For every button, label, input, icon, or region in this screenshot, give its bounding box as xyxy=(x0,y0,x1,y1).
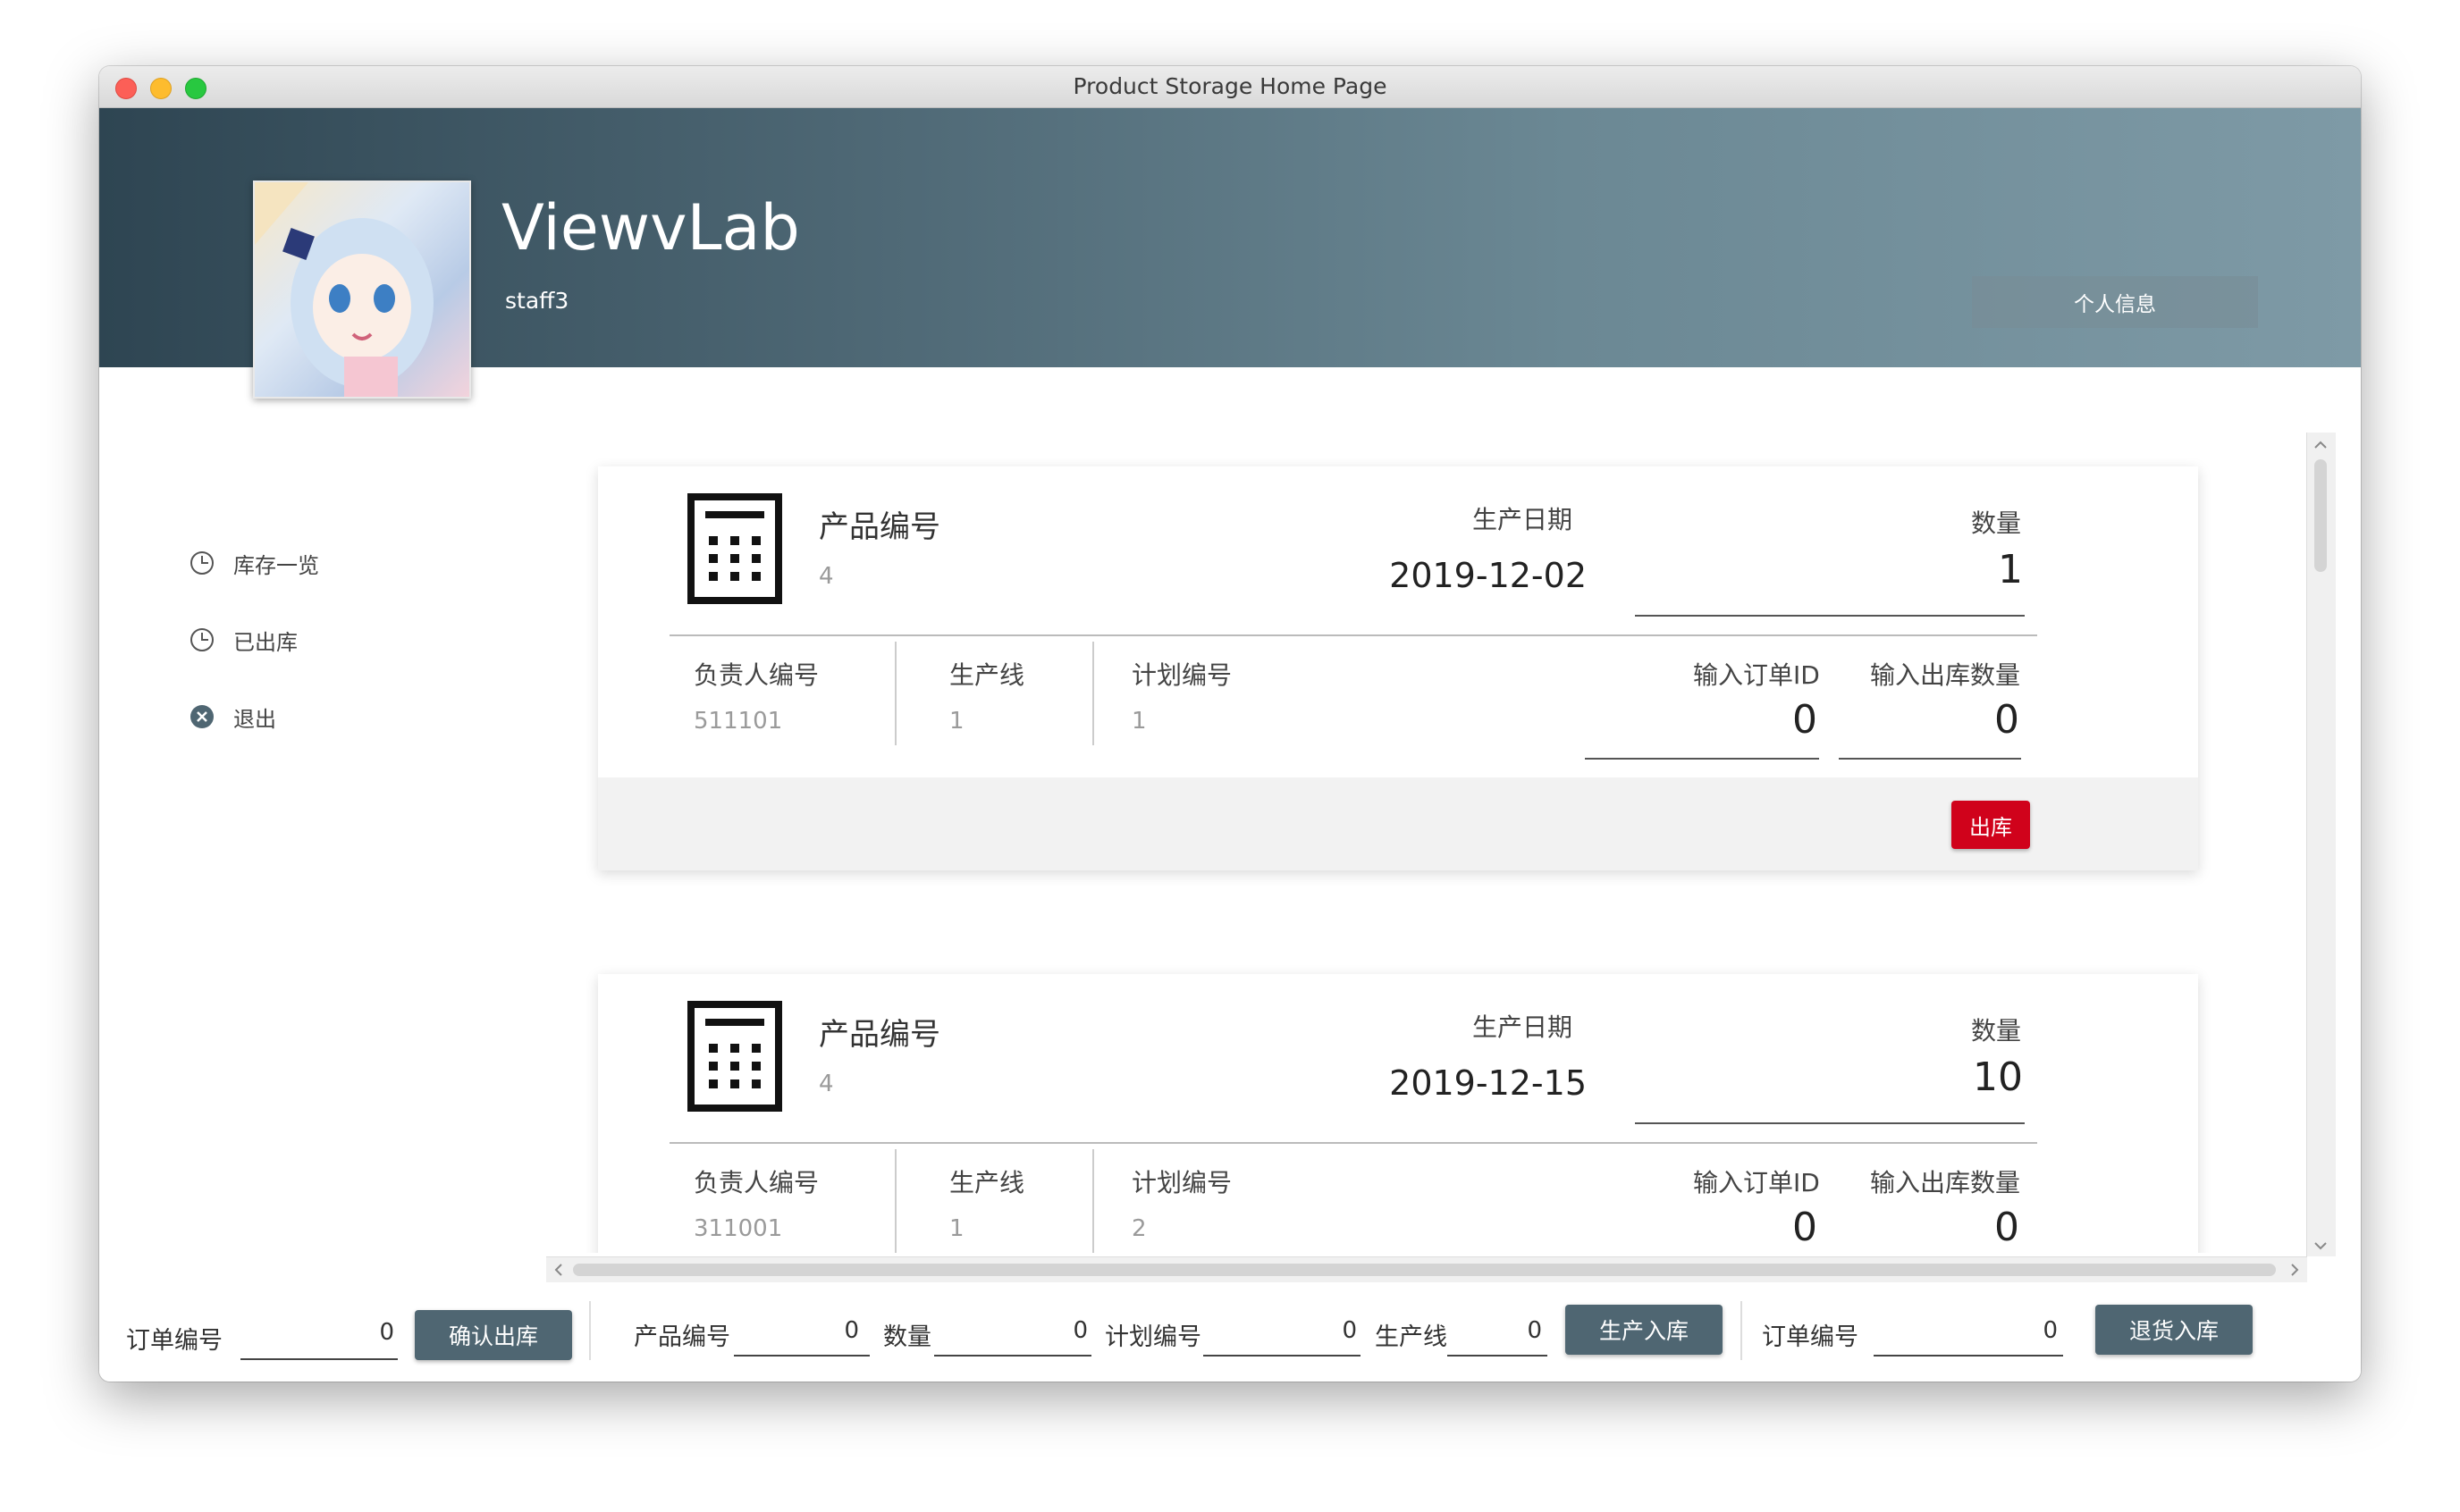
production-date-value: 2019-12-15 xyxy=(1389,1063,1587,1103)
scroll-down-icon[interactable] xyxy=(2307,1237,2334,1255)
out-qty-underline xyxy=(1839,758,2021,760)
quantity-value: 10 xyxy=(1973,1054,2023,1100)
out-qty-input[interactable]: 0 xyxy=(1839,697,2019,743)
production-line-label: 生产线 xyxy=(949,1168,1025,1197)
plan-no-value: 2 xyxy=(1132,1215,1147,1242)
profile-info-button[interactable]: 个人信息 xyxy=(1972,276,2258,328)
sidebar-item-label: 退出 xyxy=(233,706,276,732)
app-name: ViewvLab xyxy=(501,191,800,265)
clock-icon xyxy=(190,551,214,575)
confirm-order-underline xyxy=(240,1358,398,1360)
user-id: staff3 xyxy=(505,288,569,314)
produce-product-label: 产品编号 xyxy=(634,1323,730,1351)
bottom-separator xyxy=(589,1301,591,1360)
plan-no-value: 1 xyxy=(1132,708,1147,735)
vertical-scrollbar[interactable] xyxy=(2306,433,2336,1256)
quantity-underline xyxy=(1635,615,2025,617)
production-line-label: 生产线 xyxy=(949,660,1025,690)
clock-icon xyxy=(190,628,214,651)
horizontal-scrollbar[interactable] xyxy=(546,1256,2307,1282)
scroll-left-icon[interactable] xyxy=(550,1257,568,1282)
window-title: Product Storage Home Page xyxy=(1073,73,1387,99)
production-date-label: 生产日期 xyxy=(1472,505,1573,534)
quantity-value: 1 xyxy=(1998,547,2023,592)
order-id-underline xyxy=(1585,758,1819,760)
order-id-label: 输入订单ID xyxy=(1693,660,1820,690)
horizontal-scroll-thumb[interactable] xyxy=(573,1264,2276,1276)
column-divider xyxy=(1092,642,1094,745)
produce-plan-underline xyxy=(1203,1355,1361,1357)
produce-product-underline xyxy=(734,1355,870,1357)
product-no-value: 4 xyxy=(819,1071,834,1097)
manager-no-value: 511101 xyxy=(694,708,783,735)
product-no-value: 4 xyxy=(819,563,834,590)
bottom-action-bar: 订单编号 0 确认出库 产品编号 0 数量 0 计划编号 0 生产线 0 生产入… xyxy=(99,1283,2361,1382)
produce-line-underline xyxy=(1447,1355,1547,1357)
sidebar-item-shipped[interactable]: 已出库 xyxy=(189,621,319,659)
quantity-label: 数量 xyxy=(1971,1016,2022,1046)
close-circle-icon xyxy=(190,705,214,728)
return-order-label: 订单编号 xyxy=(1762,1323,1858,1351)
confirm-order-input[interactable]: 0 xyxy=(242,1319,394,1346)
product-no-label: 产品编号 xyxy=(819,509,940,545)
app-window: Product Storage Home Page ViewvLab staff… xyxy=(99,66,2361,1382)
produce-line-label: 生产线 xyxy=(1375,1323,1447,1351)
manager-no-label: 负责人编号 xyxy=(694,660,820,690)
column-divider xyxy=(895,1149,897,1253)
scroll-up-icon[interactable] xyxy=(2307,436,2334,454)
confirm-out-button[interactable]: 确认出库 xyxy=(415,1310,572,1360)
product-no-label: 产品编号 xyxy=(819,1017,940,1053)
bottom-separator xyxy=(1740,1301,1742,1360)
production-line-value: 1 xyxy=(949,1215,965,1242)
manager-no-label: 负责人编号 xyxy=(694,1168,820,1197)
inventory-card: 产品编号 4 生产日期 2019-12-15 数量 10 负责人编号 31100… xyxy=(598,974,2198,1253)
produce-line-input[interactable]: 0 xyxy=(1447,1317,1542,1344)
card-footer: 出库 xyxy=(598,777,2198,870)
return-order-input[interactable]: 0 xyxy=(1874,1317,2058,1344)
manager-no-value: 311001 xyxy=(694,1215,783,1242)
card-divider xyxy=(670,1142,2037,1144)
card-divider xyxy=(670,634,2037,636)
out-qty-label: 输入出库数量 xyxy=(1870,1168,2021,1197)
confirm-order-label: 订单编号 xyxy=(126,1327,223,1355)
column-divider xyxy=(895,642,897,745)
title-bar: Product Storage Home Page xyxy=(99,66,2361,108)
production-line-value: 1 xyxy=(949,708,965,735)
sidebar-item-inventory[interactable]: 库存一览 xyxy=(189,544,319,582)
produce-qty-label: 数量 xyxy=(883,1323,931,1351)
column-divider xyxy=(1092,1149,1094,1253)
produce-in-button[interactable]: 生产入库 xyxy=(1565,1305,1723,1355)
scroll-right-icon[interactable] xyxy=(2286,1257,2304,1282)
vertical-scroll-thumb[interactable] xyxy=(2314,459,2327,572)
order-id-label: 输入订单ID xyxy=(1693,1168,1820,1197)
sidebar-item-label: 已出库 xyxy=(233,629,298,655)
plan-no-label: 计划编号 xyxy=(1132,1168,1233,1197)
avatar xyxy=(253,181,471,399)
order-id-input[interactable]: 0 xyxy=(1585,697,1817,743)
quantity-label: 数量 xyxy=(1971,508,2022,538)
sidebar: 库存一览 已出库 退出 xyxy=(189,544,319,775)
production-date-label: 生产日期 xyxy=(1472,1012,1573,1042)
produce-qty-underline xyxy=(934,1355,1091,1357)
production-date-value: 2019-12-02 xyxy=(1389,556,1587,595)
quantity-underline xyxy=(1635,1122,2025,1124)
plan-no-label: 计划编号 xyxy=(1132,660,1233,690)
sidebar-item-logout[interactable]: 退出 xyxy=(189,698,319,735)
inventory-card: 产品编号 4 生产日期 2019-12-02 数量 1 负责人编号 511101… xyxy=(598,466,2198,870)
return-order-underline xyxy=(1874,1355,2063,1357)
out-qty-input[interactable]: 0 xyxy=(1839,1205,2019,1250)
out-button[interactable]: 出库 xyxy=(1951,801,2030,849)
produce-product-input[interactable]: 0 xyxy=(734,1317,859,1344)
calculator-icon xyxy=(687,493,782,604)
calculator-icon xyxy=(687,1001,782,1112)
produce-plan-input[interactable]: 0 xyxy=(1203,1317,1357,1344)
out-qty-label: 输入出库数量 xyxy=(1870,660,2021,690)
avatar-illustration xyxy=(255,182,434,397)
produce-plan-label: 计划编号 xyxy=(1105,1323,1201,1351)
inventory-list: 产品编号 4 生产日期 2019-12-02 数量 1 负责人编号 511101… xyxy=(515,422,2361,1253)
order-id-input[interactable]: 0 xyxy=(1585,1205,1817,1250)
sidebar-item-label: 库存一览 xyxy=(233,552,319,578)
return-in-button[interactable]: 退货入库 xyxy=(2095,1305,2253,1355)
produce-qty-input[interactable]: 0 xyxy=(934,1317,1088,1344)
